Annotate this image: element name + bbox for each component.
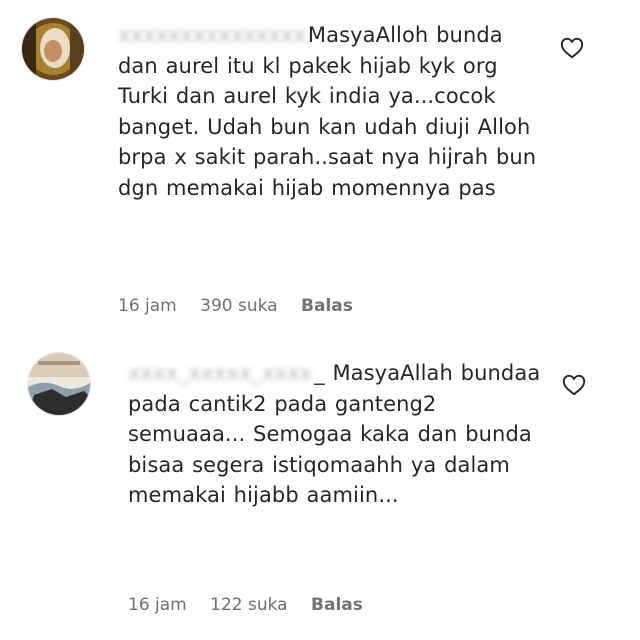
comment-username[interactable]: xxxx_xxxxx_xxxx [128,358,312,389]
heart-outline-icon [560,37,584,59]
comment-username[interactable]: xxxxxxxxxxxxxxx [118,20,306,51]
comment-likes-count[interactable]: 122 suka [210,595,287,615]
comment-meta: 16 jam 122 suka Balas [128,595,381,615]
avatar[interactable] [21,17,85,81]
like-button[interactable] [560,37,584,59]
avatar[interactable] [27,352,91,416]
comment-time: 16 jam [128,595,187,615]
reply-button[interactable]: Balas [311,595,363,615]
reply-button[interactable]: Balas [301,296,353,316]
profile-photo-icon [28,353,90,415]
comment-username-suffix: _ [314,361,325,385]
comment-time: 16 jam [118,296,177,316]
comment-meta: 16 jam 390 suka Balas [118,296,371,316]
comment-body: xxxxxxxxxxxxxxxMasyaAlloh bunda dan aure… [118,20,548,203]
heart-outline-icon [562,374,586,396]
comment-body: xxxx_xxxxx_xxxx_ MasyaAllah bundaa pada … [128,358,558,511]
comment-likes-count[interactable]: 390 suka [200,296,277,316]
profile-photo-icon [22,18,84,80]
like-button[interactable] [562,374,586,396]
